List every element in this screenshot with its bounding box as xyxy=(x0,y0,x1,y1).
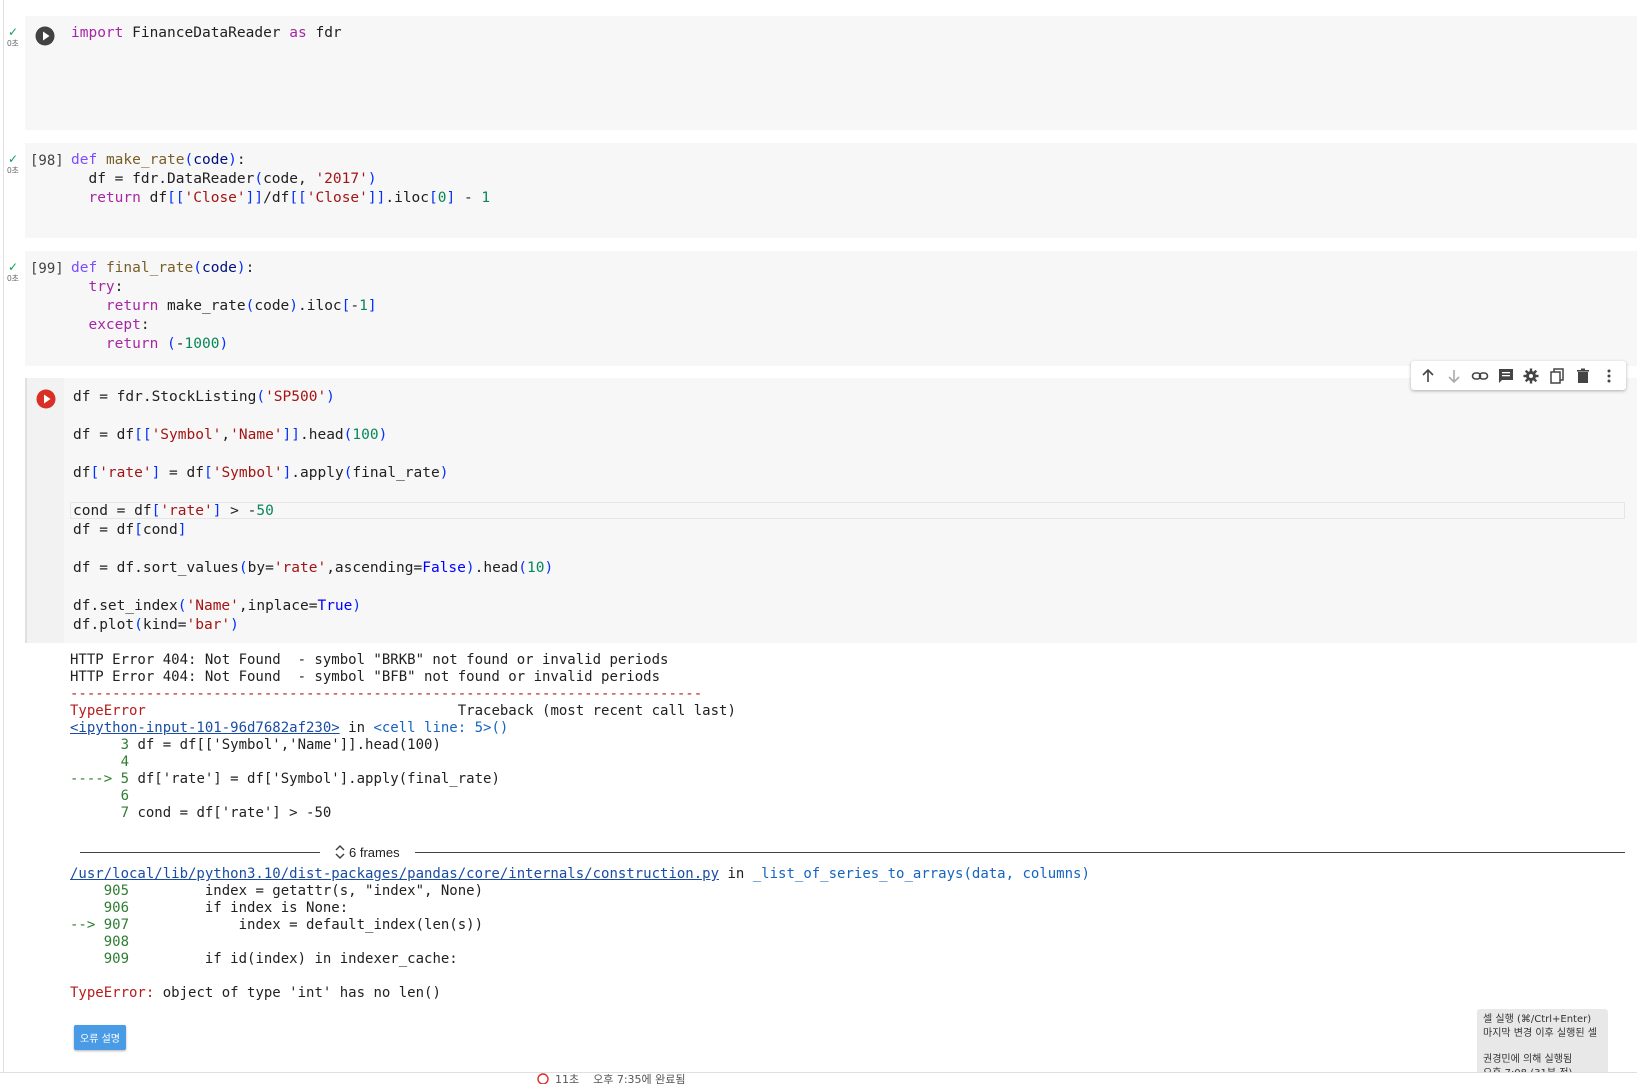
frames-divider-left xyxy=(80,852,320,853)
frames-toggle[interactable]: 6 frames xyxy=(335,843,400,861)
in-word: in xyxy=(348,720,366,736)
execution-count: [98] xyxy=(30,153,64,169)
cell-toolbar xyxy=(1411,361,1626,390)
library-traceback: /usr/local/lib/python3.10/dist-packages/… xyxy=(70,866,1090,1002)
line-prefix: 908 xyxy=(70,934,130,950)
error-type: TypeError xyxy=(70,703,146,719)
link-button[interactable] xyxy=(1470,366,1490,386)
run-cell-button[interactable] xyxy=(36,389,56,409)
cell-status: ✓ 0초 xyxy=(5,153,21,176)
func-signature: _list_of_series_to_arrays(data, columns) xyxy=(752,866,1090,882)
delete-icon xyxy=(1577,368,1590,383)
context-code: cond = df['rate'] > -50 xyxy=(137,805,332,821)
cell-code[interactable]: def make_rate(code): df = fdr.DataReader… xyxy=(71,151,490,208)
line-prefix: 905 xyxy=(70,883,138,899)
mirror-cell-button[interactable] xyxy=(1547,366,1567,386)
context-code: df = df[['Symbol','Name']].head(100) xyxy=(137,737,441,753)
check-icon: ✓ xyxy=(7,25,19,39)
tooltip-line: 마지막 변경 이후 실행된 셀 xyxy=(1483,1028,1597,1039)
collapsed-frames[interactable]: 6 frames xyxy=(80,843,1625,863)
cell-gutter xyxy=(27,378,64,643)
cell-status: ✓ 0초 xyxy=(5,26,21,49)
expand-icon xyxy=(335,844,345,860)
run-error-icon xyxy=(36,389,56,409)
lib-code: if id(index) in indexer_cache: xyxy=(137,951,458,967)
code-cell-final-rate[interactable]: [99] def final_rate(code): try: return m… xyxy=(25,251,1637,366)
frames-label: 6 frames xyxy=(349,844,400,860)
lib-code: if index is None: xyxy=(137,900,349,916)
context-code: df['rate'] = df['Symbol'].apply(final_ra… xyxy=(137,771,500,787)
http-error-line: HTTP Error 404: Not Found - symbol "BRKB… xyxy=(70,652,669,668)
line-prefix: 6 xyxy=(70,788,130,804)
lib-code: index = default_index(len(s)) xyxy=(137,917,484,933)
left-rail xyxy=(0,0,4,1083)
cell-code[interactable]: import FinanceDataReader as fdr xyxy=(71,24,342,43)
tooltip-line: 권경민에 의해 실행됨 xyxy=(1483,1054,1573,1065)
traceback-separator: ----------------------------------------… xyxy=(70,686,703,702)
line-prefix: --> 907 xyxy=(70,917,138,933)
line-prefix: 909 xyxy=(70,951,138,967)
settings-button[interactable] xyxy=(1521,366,1541,386)
file-link[interactable]: /usr/local/lib/python3.10/dist-packages/… xyxy=(70,866,719,882)
move-down-button[interactable] xyxy=(1444,366,1464,386)
tooltip-line: 셀 실행 (⌘/Ctrl+Enter) xyxy=(1483,1014,1592,1025)
more-vert-icon xyxy=(1607,369,1611,382)
line-prefix: 4 xyxy=(70,754,130,770)
check-icon: ✓ xyxy=(7,260,19,274)
explain-error-button[interactable]: 오류 설명 xyxy=(74,1025,126,1050)
comment-button[interactable] xyxy=(1496,366,1516,386)
current-line-highlight xyxy=(70,502,1625,519)
more-button[interactable] xyxy=(1599,366,1619,386)
in-word: in xyxy=(727,866,745,882)
http-error-line: HTTP Error 404: Not Found - symbol "BFB"… xyxy=(70,669,661,685)
keyword: import xyxy=(71,25,124,41)
status-bar: 11초 오후 7:35에 완료됨 xyxy=(0,1072,1637,1084)
status-text: 11초 오후 7:35에 완료됨 xyxy=(555,1073,686,1084)
line-prefix: 906 xyxy=(70,900,138,916)
check-icon: ✓ xyxy=(7,152,19,166)
comment-icon xyxy=(1498,368,1513,383)
execution-count: [99] xyxy=(30,261,64,277)
error-icon xyxy=(537,1073,549,1084)
final-error-message: object of type 'int' has no len() xyxy=(154,985,441,1001)
gear-icon xyxy=(1523,368,1539,383)
keyword: as xyxy=(289,25,307,41)
cell-line: <cell line: 5>() xyxy=(373,720,509,736)
traceback-header: Traceback (most recent call last) xyxy=(457,703,736,719)
code-cell-make-rate[interactable]: [98] def make_rate(code): df = fdr.DataR… xyxy=(25,143,1637,238)
code-cell-import[interactable]: import FinanceDataReader as fdr xyxy=(25,16,1637,130)
cell-code[interactable]: def final_rate(code): try: return make_r… xyxy=(71,259,377,354)
delete-button[interactable] xyxy=(1573,366,1593,386)
run-cell-button[interactable] xyxy=(35,26,55,46)
cell-status: ✓ 0초 xyxy=(5,261,21,284)
final-error-type: TypeError: xyxy=(70,985,155,1001)
arrow-down-icon xyxy=(1448,369,1460,383)
frames-divider-right xyxy=(415,852,1625,853)
cell-output: HTTP Error 404: Not Found - symbol "BRKB… xyxy=(70,652,736,822)
arrow-up-icon xyxy=(1422,368,1434,382)
move-up-button[interactable] xyxy=(1418,366,1438,386)
mirror-cell-icon xyxy=(1550,367,1565,384)
line-prefix: 3 xyxy=(70,737,138,753)
line-prefix: 7 xyxy=(70,805,138,821)
link-icon xyxy=(1471,371,1488,380)
lib-code: index = getattr(s, "index", None) xyxy=(137,883,484,899)
input-link[interactable]: <ipython-input-101-96d7682af230> xyxy=(70,720,340,736)
play-icon xyxy=(35,26,55,46)
line-prefix: ----> 5 xyxy=(70,771,138,787)
